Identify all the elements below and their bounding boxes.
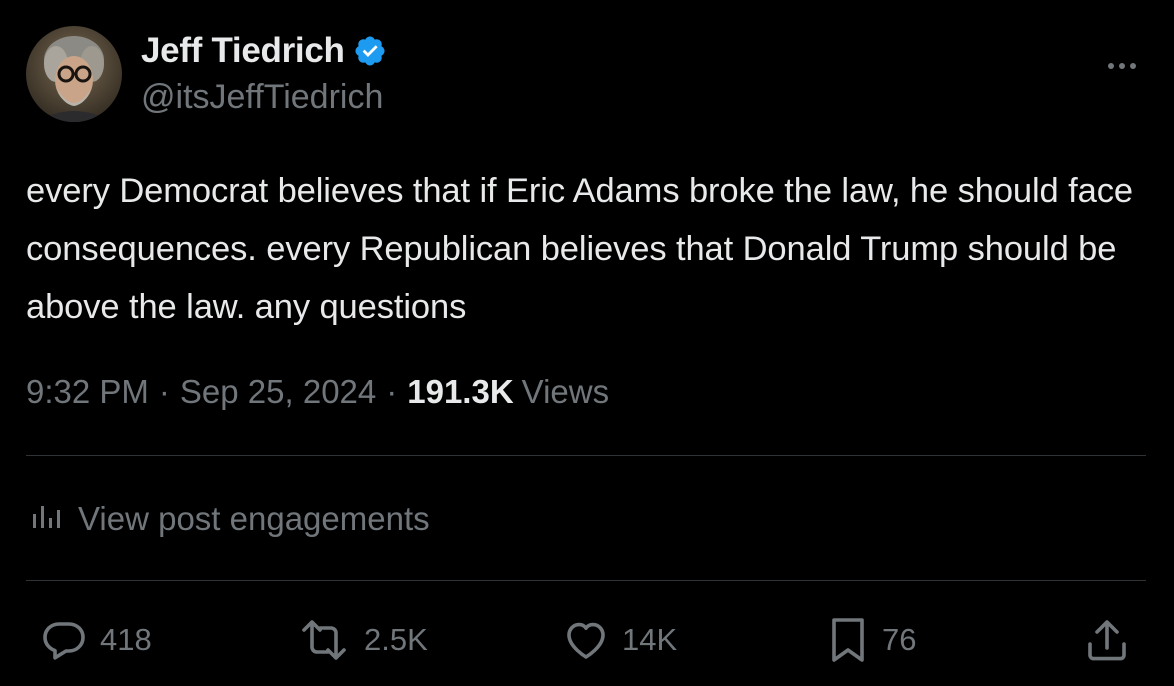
meta-separator: · bbox=[386, 373, 398, 410]
more-options-icon[interactable] bbox=[1102, 56, 1142, 76]
divider bbox=[26, 580, 1146, 581]
analytics-bars-icon bbox=[30, 500, 64, 538]
avatar[interactable] bbox=[26, 26, 122, 122]
views-count: 191.3K bbox=[407, 373, 514, 410]
repost-count: 2.5K bbox=[364, 622, 428, 657]
verified-badge-icon[interactable] bbox=[353, 34, 387, 68]
post-meta: 9:32 PM · Sep 25, 2024 · 191.3K Views bbox=[26, 370, 609, 414]
bookmark-count: 76 bbox=[882, 622, 917, 657]
author-handle[interactable]: @itsJeffTiedrich bbox=[141, 78, 383, 117]
views-label: Views bbox=[521, 373, 610, 410]
bookmark-icon bbox=[826, 615, 870, 665]
avatar-photo bbox=[26, 26, 122, 122]
repost-button[interactable]: 2.5K bbox=[296, 614, 428, 666]
post-time[interactable]: 9:32 PM bbox=[26, 373, 149, 411]
repost-icon bbox=[296, 616, 352, 664]
bookmark-button[interactable]: 76 bbox=[826, 614, 916, 666]
reply-count: 418 bbox=[100, 622, 152, 657]
view-engagements-button[interactable]: View post engagements bbox=[30, 497, 430, 541]
reply-icon bbox=[40, 616, 88, 664]
meta-separator: · bbox=[158, 373, 170, 410]
reply-button[interactable]: 418 bbox=[40, 614, 152, 666]
like-count: 14K bbox=[622, 622, 678, 657]
author-name-row: Jeff Tiedrich bbox=[141, 30, 387, 72]
like-button[interactable]: 14K bbox=[562, 614, 677, 666]
share-icon bbox=[1084, 616, 1130, 664]
post-text: every Democrat believes that if Eric Ada… bbox=[26, 172, 1133, 326]
view-engagements-label: View post engagements bbox=[78, 500, 430, 537]
divider bbox=[26, 455, 1146, 456]
post-date[interactable]: Sep 25, 2024 bbox=[180, 373, 376, 411]
share-button[interactable] bbox=[1084, 614, 1130, 666]
heart-icon bbox=[562, 616, 610, 664]
author-display-name[interactable]: Jeff Tiedrich bbox=[141, 31, 345, 71]
